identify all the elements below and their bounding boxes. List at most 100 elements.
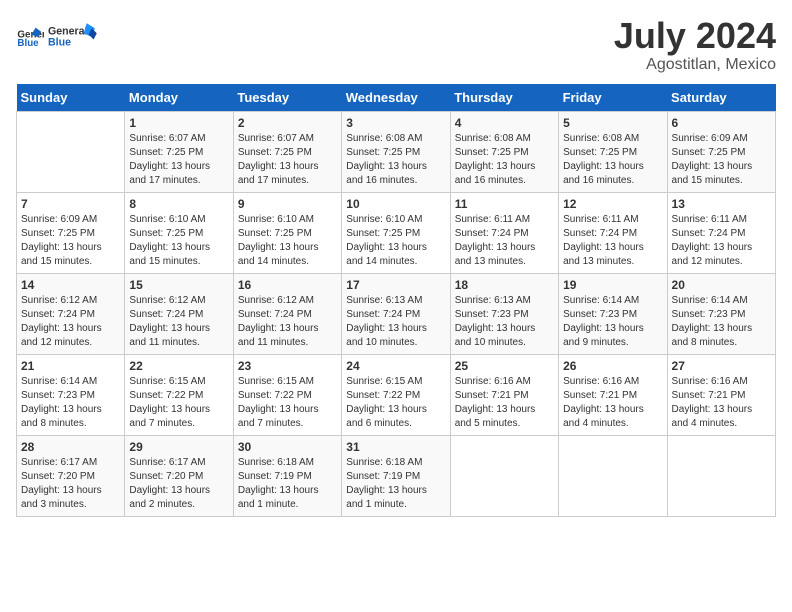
day-info: Sunrise: 6:08 AMSunset: 7:25 PMDaylight:… <box>346 132 445 188</box>
day-number: 4 <box>455 116 554 130</box>
calendar-cell: 28 Sunrise: 6:17 AMSunset: 7:20 PMDayligh… <box>17 435 125 516</box>
day-info: Sunrise: 6:11 AMSunset: 7:24 PMDaylight:… <box>563 213 662 269</box>
svg-text:General: General <box>48 25 88 37</box>
day-number: 23 <box>238 359 337 373</box>
calendar-cell: 1 Sunrise: 6:07 AMSunset: 7:25 PMDaylight… <box>125 111 233 192</box>
calendar-cell: 17 Sunrise: 6:13 AMSunset: 7:24 PMDayligh… <box>342 273 450 354</box>
day-info: Sunrise: 6:08 AMSunset: 7:25 PMDaylight:… <box>455 132 554 188</box>
day-number: 14 <box>21 278 120 292</box>
day-number: 7 <box>21 197 120 211</box>
day-number: 27 <box>672 359 771 373</box>
logo-icon: General Blue <box>16 22 44 50</box>
location: Agostitlan, Mexico <box>614 56 776 74</box>
calendar-table: SundayMondayTuesdayWednesdayThursdayFrid… <box>16 84 776 517</box>
day-info: Sunrise: 6:17 AMSunset: 7:20 PMDaylight:… <box>21 456 120 512</box>
day-info: Sunrise: 6:07 AMSunset: 7:25 PMDaylight:… <box>238 132 337 188</box>
calendar-cell <box>450 435 558 516</box>
day-info: Sunrise: 6:14 AMSunset: 7:23 PMDaylight:… <box>672 294 771 350</box>
day-number: 12 <box>563 197 662 211</box>
day-info: Sunrise: 6:16 AMSunset: 7:21 PMDaylight:… <box>563 375 662 431</box>
svg-text:Blue: Blue <box>48 37 71 49</box>
day-info: Sunrise: 6:10 AMSunset: 7:25 PMDaylight:… <box>129 213 228 269</box>
calendar-cell: 5 Sunrise: 6:08 AMSunset: 7:25 PMDaylight… <box>559 111 667 192</box>
day-info: Sunrise: 6:15 AMSunset: 7:22 PMDaylight:… <box>129 375 228 431</box>
calendar-cell: 27 Sunrise: 6:16 AMSunset: 7:21 PMDayligh… <box>667 354 775 435</box>
day-number: 22 <box>129 359 228 373</box>
day-info: Sunrise: 6:18 AMSunset: 7:19 PMDaylight:… <box>238 456 337 512</box>
calendar-cell <box>17 111 125 192</box>
day-info: Sunrise: 6:09 AMSunset: 7:25 PMDaylight:… <box>21 213 120 269</box>
week-row-3: 14 Sunrise: 6:12 AMSunset: 7:24 PMDayligh… <box>17 273 776 354</box>
calendar-cell: 25Sunrise: 6:16 AMSunset: 7:21 PMDayligh… <box>450 354 558 435</box>
day-number: 8 <box>129 197 228 211</box>
calendar-cell: 23 Sunrise: 6:15 AMSunset: 7:22 PMDayligh… <box>233 354 341 435</box>
calendar-cell: 3 Sunrise: 6:08 AMSunset: 7:25 PMDaylight… <box>342 111 450 192</box>
day-info: Sunrise: 6:07 AMSunset: 7:25 PMDaylight:… <box>129 132 228 188</box>
month-title: July 2024 <box>614 16 776 56</box>
day-number: 25 <box>455 359 554 373</box>
calendar-cell: 11Sunrise: 6:11 AMSunset: 7:24 PMDayligh… <box>450 192 558 273</box>
calendar-cell: 21Sunrise: 6:14 AMSunset: 7:23 PMDayligh… <box>17 354 125 435</box>
day-info: Sunrise: 6:14 AMSunset: 7:23 PMDaylight:… <box>563 294 662 350</box>
days-header-row: SundayMondayTuesdayWednesdayThursdayFrid… <box>17 84 776 112</box>
day-info: Sunrise: 6:11 AMSunset: 7:24 PMDaylight:… <box>455 213 554 269</box>
day-number: 10 <box>346 197 445 211</box>
calendar-cell: 22 Sunrise: 6:15 AMSunset: 7:22 PMDayligh… <box>125 354 233 435</box>
day-number: 3 <box>346 116 445 130</box>
day-info: Sunrise: 6:11 AMSunset: 7:24 PMDaylight:… <box>672 213 771 269</box>
week-row-5: 28 Sunrise: 6:17 AMSunset: 7:20 PMDayligh… <box>17 435 776 516</box>
day-number: 20 <box>672 278 771 292</box>
calendar-cell: 13Sunrise: 6:11 AMSunset: 7:24 PMDayligh… <box>667 192 775 273</box>
calendar-cell: 26Sunrise: 6:16 AMSunset: 7:21 PMDayligh… <box>559 354 667 435</box>
day-number: 24 <box>346 359 445 373</box>
calendar-cell: 30 Sunrise: 6:18 AMSunset: 7:19 PMDayligh… <box>233 435 341 516</box>
day-info: Sunrise: 6:12 AMSunset: 7:24 PMDaylight:… <box>21 294 120 350</box>
calendar-cell: 4 Sunrise: 6:08 AMSunset: 7:25 PMDaylight… <box>450 111 558 192</box>
day-number: 30 <box>238 440 337 454</box>
day-info: Sunrise: 6:18 AMSunset: 7:19 PMDaylight:… <box>346 456 445 512</box>
day-info: Sunrise: 6:12 AMSunset: 7:24 PMDaylight:… <box>238 294 337 350</box>
day-number: 17 <box>346 278 445 292</box>
calendar-cell: 6 Sunrise: 6:09 AMSunset: 7:25 PMDaylight… <box>667 111 775 192</box>
calendar-cell: 19 Sunrise: 6:14 AMSunset: 7:23 PMDayligh… <box>559 273 667 354</box>
calendar-cell: 2 Sunrise: 6:07 AMSunset: 7:25 PMDaylight… <box>233 111 341 192</box>
day-info: Sunrise: 6:13 AMSunset: 7:23 PMDaylight:… <box>455 294 554 350</box>
title-block: July 2024 Agostitlan, Mexico <box>614 16 776 74</box>
calendar-cell <box>559 435 667 516</box>
day-number: 28 <box>21 440 120 454</box>
calendar-cell: 24 Sunrise: 6:15 AMSunset: 7:22 PMDayligh… <box>342 354 450 435</box>
calendar-cell: 7 Sunrise: 6:09 AMSunset: 7:25 PMDaylight… <box>17 192 125 273</box>
calendar-cell: 31 Sunrise: 6:18 AMSunset: 7:19 PMDayligh… <box>342 435 450 516</box>
day-number: 18 <box>455 278 554 292</box>
calendar-cell: 8 Sunrise: 6:10 AMSunset: 7:25 PMDaylight… <box>125 192 233 273</box>
week-row-2: 7 Sunrise: 6:09 AMSunset: 7:25 PMDaylight… <box>17 192 776 273</box>
day-info: Sunrise: 6:15 AMSunset: 7:22 PMDaylight:… <box>346 375 445 431</box>
day-info: Sunrise: 6:09 AMSunset: 7:25 PMDaylight:… <box>672 132 771 188</box>
day-number: 19 <box>563 278 662 292</box>
calendar-cell: 9Sunrise: 6:10 AMSunset: 7:25 PMDaylight… <box>233 192 341 273</box>
day-number: 2 <box>238 116 337 130</box>
calendar-cell: 15Sunrise: 6:12 AMSunset: 7:24 PMDayligh… <box>125 273 233 354</box>
week-row-1: 1 Sunrise: 6:07 AMSunset: 7:25 PMDaylight… <box>17 111 776 192</box>
day-info: Sunrise: 6:17 AMSunset: 7:20 PMDaylight:… <box>129 456 228 512</box>
day-number: 31 <box>346 440 445 454</box>
day-header-monday: Monday <box>125 84 233 112</box>
day-number: 5 <box>563 116 662 130</box>
day-info: Sunrise: 6:13 AMSunset: 7:24 PMDaylight:… <box>346 294 445 350</box>
day-number: 1 <box>129 116 228 130</box>
day-header-sunday: Sunday <box>17 84 125 112</box>
logo: General Blue General Blue <box>16 16 98 56</box>
day-info: Sunrise: 6:08 AMSunset: 7:25 PMDaylight:… <box>563 132 662 188</box>
day-number: 16 <box>238 278 337 292</box>
day-info: Sunrise: 6:14 AMSunset: 7:23 PMDaylight:… <box>21 375 120 431</box>
day-info: Sunrise: 6:15 AMSunset: 7:22 PMDaylight:… <box>238 375 337 431</box>
page-header: General Blue General Blue July 2024 Agos… <box>16 16 776 74</box>
calendar-cell: 29 Sunrise: 6:17 AMSunset: 7:20 PMDayligh… <box>125 435 233 516</box>
day-info: Sunrise: 6:16 AMSunset: 7:21 PMDaylight:… <box>672 375 771 431</box>
day-number: 15 <box>129 278 228 292</box>
day-header-friday: Friday <box>559 84 667 112</box>
svg-text:Blue: Blue <box>17 38 39 49</box>
calendar-cell: 14 Sunrise: 6:12 AMSunset: 7:24 PMDayligh… <box>17 273 125 354</box>
day-number: 6 <box>672 116 771 130</box>
day-number: 29 <box>129 440 228 454</box>
